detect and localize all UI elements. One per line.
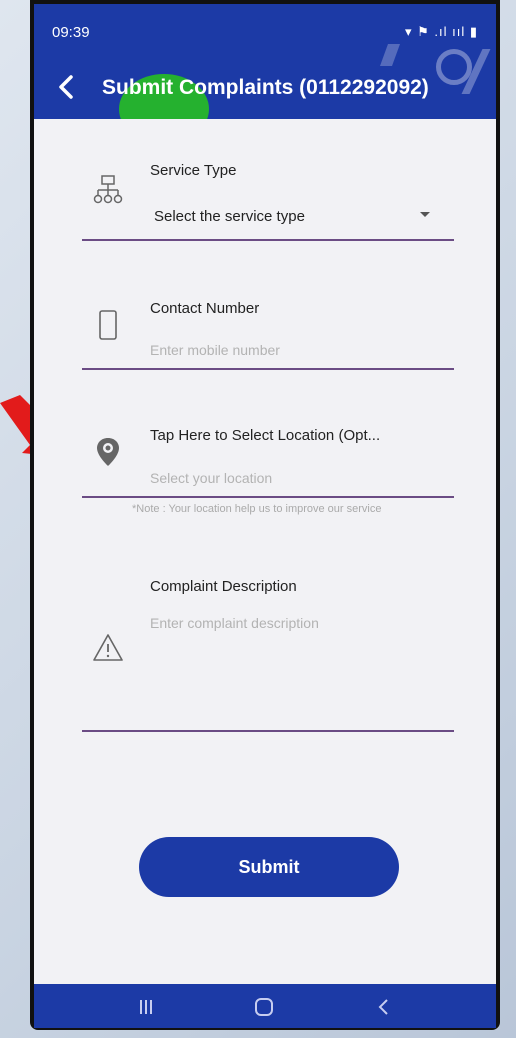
complaint-description-label: Complaint Description — [150, 578, 297, 595]
mobile-phone-icon — [99, 310, 117, 340]
location-pin-icon[interactable] — [92, 436, 124, 468]
app-header: 09:39 ▾ ⚑ .ıl ııl ▮ Submit Complaints (0… — [34, 4, 496, 119]
location-input[interactable]: Select your location — [150, 470, 272, 486]
service-type-label: Service Type — [150, 162, 237, 179]
warning-icon — [93, 634, 123, 661]
home-icon — [255, 998, 273, 1016]
recent-apps-button[interactable] — [126, 994, 166, 1020]
complaint-description-underline — [82, 730, 454, 732]
contact-number-label: Contact Number — [150, 300, 260, 317]
contact-number-underline — [82, 368, 454, 370]
phone-frame: 09:39 ▾ ⚑ .ıl ııl ▮ Submit Complaints (0… — [30, 0, 500, 1030]
chevron-left-icon — [59, 75, 73, 99]
location-note: *Note : Your location help us to improve… — [132, 503, 382, 515]
home-button[interactable] — [244, 994, 284, 1020]
status-icons: ▾ ⚑ .ıl ııl ▮ — [404, 24, 478, 39]
complaint-description-input[interactable]: Enter complaint description — [150, 615, 319, 631]
status-bar: 09:39 ▾ ⚑ .ıl ııl ▮ — [34, 4, 496, 64]
system-nav-bar — [34, 984, 496, 1028]
recent-apps-icon — [140, 1000, 152, 1014]
nav-back-button[interactable] — [364, 994, 404, 1020]
status-time: 09:39 — [52, 24, 90, 41]
page-title: Submit Complaints (0112292092) — [102, 76, 429, 99]
location-label[interactable]: Tap Here to Select Location (Opt... — [150, 427, 380, 444]
app-screen: 09:39 ▾ ⚑ .ıl ııl ▮ Submit Complaints (0… — [34, 4, 496, 1028]
dropdown-caret-icon[interactable] — [420, 212, 430, 217]
service-type-select[interactable]: Select the service type — [154, 208, 305, 225]
network-icon — [93, 175, 123, 204]
back-icon — [378, 999, 388, 1015]
submit-button[interactable]: Submit — [139, 837, 399, 897]
contact-number-input[interactable]: Enter mobile number — [150, 342, 280, 358]
back-button[interactable] — [52, 70, 80, 104]
location-underline — [82, 496, 454, 498]
service-type-underline — [82, 239, 454, 241]
